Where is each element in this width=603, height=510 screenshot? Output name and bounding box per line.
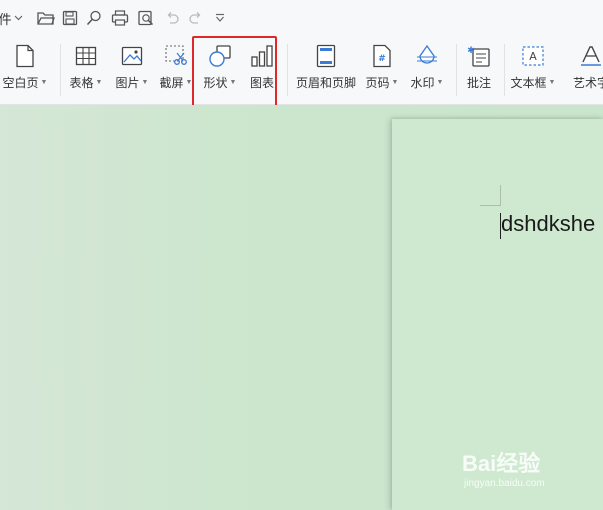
chevron-down-icon: ▼ <box>141 79 149 86</box>
chevron-down-icon: ▼ <box>436 79 444 86</box>
watermark-button[interactable]: 水印 ▼ <box>408 42 446 98</box>
table-label: 表格 <box>69 76 94 90</box>
save-icon[interactable] <box>61 8 79 28</box>
watermark: Bai经验 jingyan.baidu.com <box>462 446 545 489</box>
customize-toolbar-icon[interactable] <box>213 8 227 28</box>
undo-icon[interactable] <box>163 8 181 28</box>
chevron-down-icon: ▼ <box>40 79 48 86</box>
file-menu-label[interactable]: 件 <box>0 8 12 28</box>
textbox-label: 文本框 <box>510 76 547 90</box>
wordart-button[interactable]: 艺术字 <box>566 42 603 98</box>
watermark-url: jingyan.baidu.com <box>464 478 545 489</box>
open-folder-icon[interactable] <box>36 8 56 28</box>
redo-icon[interactable] <box>187 8 205 28</box>
comment-icon: ✱ <box>467 42 491 70</box>
blank-page-label: 空白页 <box>2 76 39 90</box>
quick-access-toolbar: 件 <box>0 0 603 36</box>
svg-text:A: A <box>529 50 537 63</box>
print-preview-icon[interactable] <box>136 8 156 28</box>
ribbon-separator <box>287 44 288 96</box>
header-footer-button[interactable]: 页眉和页脚 <box>293 42 359 98</box>
comment-button[interactable]: ✱ 批注 <box>462 42 496 98</box>
picture-button[interactable]: 图片 ▼ <box>112 42 152 98</box>
page-number-icon: # <box>372 42 392 70</box>
wordart-icon <box>579 42 603 70</box>
search-replace-icon[interactable] <box>85 8 103 28</box>
insert-ribbon: 空白页 ▼ 表格 ▼ 图片 ▼ 截屏 ▼ 形状 ▼ 图表 页眉和页脚 # 页码 … <box>0 36 603 105</box>
chevron-down-icon[interactable] <box>12 8 24 28</box>
textbox-button[interactable]: A 文本框 ▼ <box>508 42 558 98</box>
document-text[interactable]: dshdkshe <box>501 211 595 237</box>
margin-corner-mark <box>500 185 501 206</box>
table-icon <box>75 42 97 70</box>
page-number-label: 页码 <box>365 76 390 90</box>
wordart-label: 艺术字 <box>572 76 603 90</box>
print-icon[interactable] <box>110 8 130 28</box>
screenshot-button[interactable]: 截屏 ▼ <box>156 42 196 98</box>
screenshot-label: 截屏 <box>159 76 184 90</box>
blank-page-icon <box>15 42 35 70</box>
chevron-down-icon: ▼ <box>391 79 399 86</box>
picture-icon <box>121 42 143 70</box>
textbox-icon: A <box>521 42 545 70</box>
comment-label: 批注 <box>466 76 491 90</box>
header-footer-icon <box>316 42 336 70</box>
chevron-down-icon: ▼ <box>548 79 556 86</box>
page-number-button[interactable]: # 页码 ▼ <box>364 42 400 98</box>
ribbon-separator <box>456 44 457 96</box>
ribbon-separator <box>504 44 505 96</box>
svg-text:✱: ✱ <box>467 46 475 56</box>
watermark-icon <box>415 42 439 70</box>
blank-page-button[interactable]: 空白页 ▼ <box>0 42 50 98</box>
table-button[interactable]: 表格 ▼ <box>66 42 106 98</box>
ribbon-separator <box>60 44 61 96</box>
picture-label: 图片 <box>115 76 140 90</box>
watermark-brand: Bai经验 <box>462 451 541 476</box>
watermark-label: 水印 <box>410 76 435 90</box>
chevron-down-icon: ▼ <box>95 79 103 86</box>
margin-corner-mark <box>480 205 500 206</box>
svg-text:#: # <box>378 54 386 64</box>
header-footer-label: 页眉和页脚 <box>295 76 356 90</box>
screenshot-icon <box>164 42 188 70</box>
